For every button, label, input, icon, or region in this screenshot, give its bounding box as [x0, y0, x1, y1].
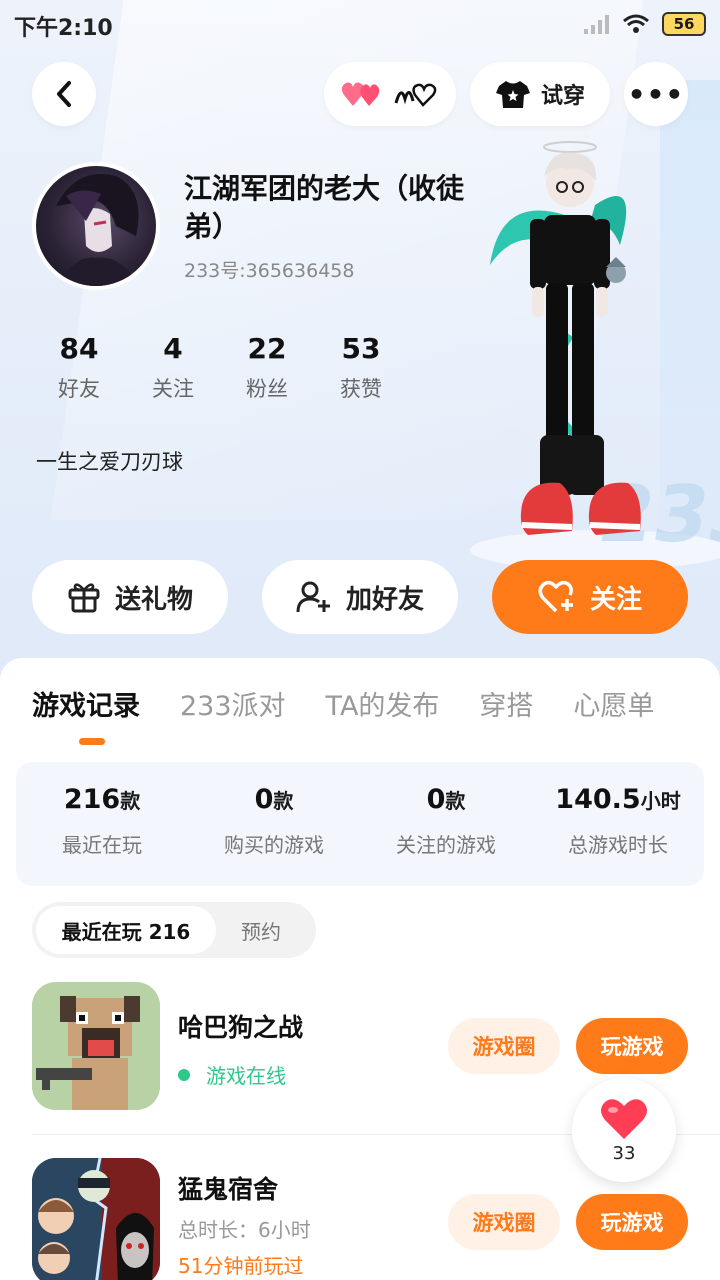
avatar[interactable]: [32, 162, 160, 290]
game-circle-button[interactable]: 游戏圈: [448, 1194, 560, 1250]
stat-fans[interactable]: 22 粉丝: [220, 332, 314, 403]
summary-number: 140.5: [555, 784, 641, 815]
game-icon-image: [32, 982, 160, 1110]
summary-number: 216: [63, 784, 121, 815]
summary-unit: 小时: [640, 789, 681, 813]
user-id[interactable]: 233号:365636458: [184, 256, 354, 283]
stat-number: 22: [247, 332, 287, 365]
signal-icon: [584, 15, 609, 34]
subtab-reserve[interactable]: 预约: [216, 906, 306, 954]
double-heart-icon: [341, 82, 380, 106]
stat-label: 粉丝: [246, 377, 288, 401]
avatar-image: [56, 174, 140, 286]
tab-outfits[interactable]: 穿搭: [479, 684, 533, 723]
subtab-recent[interactable]: 最近在玩 216: [36, 906, 216, 954]
tshirt-icon: [495, 81, 530, 108]
try-on-label: 试穿: [540, 84, 585, 109]
tab-233-party[interactable]: 233派对: [180, 684, 286, 723]
like-count: 33: [612, 1142, 636, 1164]
summary-number: 0: [426, 784, 446, 815]
status-bar: 下午2:10 56: [0, 0, 720, 52]
stat-friends[interactable]: 84 好友: [32, 332, 126, 403]
tab-game-records[interactable]: 游戏记录: [32, 684, 140, 723]
summary-unit: 款: [273, 789, 294, 813]
tab-wishlist[interactable]: 心愿单: [573, 684, 654, 723]
username: 江湖军团的老大（收徒弟）: [184, 172, 465, 243]
stat-number: 84: [59, 332, 99, 365]
summary-recent[interactable]: 216款 最近在玩: [16, 762, 188, 886]
play-game-button[interactable]: 玩游戏: [576, 1194, 688, 1250]
floating-like-button[interactable]: 33: [572, 1078, 676, 1182]
online-status-label: 游戏在线: [206, 1064, 286, 1088]
summary-label: 购买的游戏: [224, 833, 324, 857]
battery-indicator: 56: [662, 12, 706, 36]
active-tab-indicator: [79, 738, 105, 745]
stat-label: 获赞: [340, 377, 382, 401]
add-friend-label: 加好友: [345, 584, 424, 615]
more-icon: •••: [627, 77, 685, 111]
profile-tabs: 游戏记录 233派对 TA的发布 穿搭 心愿单: [32, 684, 654, 723]
add-user-icon: [296, 581, 330, 613]
summary-label: 最近在玩: [62, 833, 142, 857]
game-icon-pug-battle[interactable]: [32, 982, 160, 1110]
signature-badge-icon: [394, 83, 437, 107]
stat-following[interactable]: 4 关注: [126, 332, 220, 403]
game-title: 猛鬼宿舍: [178, 1175, 279, 1204]
game-title: 哈巴狗之战: [178, 1013, 304, 1042]
summary-followed[interactable]: 0款 关注的游戏: [360, 762, 532, 886]
avatar-character-image[interactable]: [470, 135, 670, 555]
heart-icon: [601, 1098, 647, 1139]
stat-number: 53: [341, 332, 381, 365]
profile-stats: 84 好友 4 关注 22 粉丝 53 获赞: [32, 332, 408, 403]
back-button[interactable]: [32, 62, 96, 126]
try-on-button[interactable]: 试穿: [470, 62, 610, 126]
stat-label: 好友: [58, 377, 100, 401]
heart-plus-icon: [538, 580, 573, 613]
status-icons: 56: [582, 12, 706, 36]
profile-bio: 一生之爱刀刃球: [36, 450, 183, 474]
summary-label: 关注的游戏: [396, 833, 496, 857]
chevron-left-icon: [57, 81, 71, 107]
online-dot-icon: [178, 1068, 190, 1081]
gift-icon: [68, 583, 100, 613]
stat-number: 4: [163, 332, 183, 365]
game-icon-ghost-dorm[interactable]: [32, 1158, 160, 1280]
game-online-status: 游戏在线: [178, 1060, 286, 1089]
more-options-button[interactable]: •••: [624, 62, 688, 126]
game-summary-card: 216款 最近在玩 0款 购买的游戏 0款 关注的游戏 140.5小时 总游戏时…: [16, 762, 704, 886]
add-friend-button[interactable]: 加好友: [262, 560, 458, 634]
tab-posts[interactable]: TA的发布: [326, 684, 440, 723]
follow-label: 关注: [589, 584, 642, 615]
summary-unit: 款: [120, 789, 141, 813]
send-gift-button[interactable]: 送礼物: [32, 560, 228, 634]
summary-number: 0: [254, 784, 274, 815]
stat-label: 关注: [152, 377, 194, 401]
stat-likes[interactable]: 53 获赞: [314, 332, 408, 403]
game-circle-button[interactable]: 游戏圈: [448, 1018, 560, 1074]
game-total-duration: 总时长：6小时: [178, 1218, 311, 1242]
summary-purchased[interactable]: 0款 购买的游戏: [188, 762, 360, 886]
send-gift-label: 送礼物: [114, 584, 193, 615]
status-time: 下午2:10: [14, 16, 113, 41]
summary-total-time[interactable]: 140.5小时 总游戏时长: [532, 762, 704, 886]
play-game-button[interactable]: 玩游戏: [576, 1018, 688, 1074]
game-icon-image: [32, 1158, 160, 1280]
game-list-subtabs: 最近在玩 216 预约: [32, 902, 316, 958]
summary-unit: 款: [445, 789, 466, 813]
summary-label: 总游戏时长: [568, 833, 668, 857]
profile-content-panel: 游戏记录 233派对 TA的发布 穿搭 心愿单 216款 最近在玩 0款 购买的…: [0, 658, 720, 1280]
wifi-icon: [623, 14, 649, 33]
game-last-played: 51分钟前玩过: [178, 1254, 304, 1278]
couple-badge-button[interactable]: [324, 62, 456, 126]
follow-button[interactable]: 关注: [492, 560, 688, 634]
